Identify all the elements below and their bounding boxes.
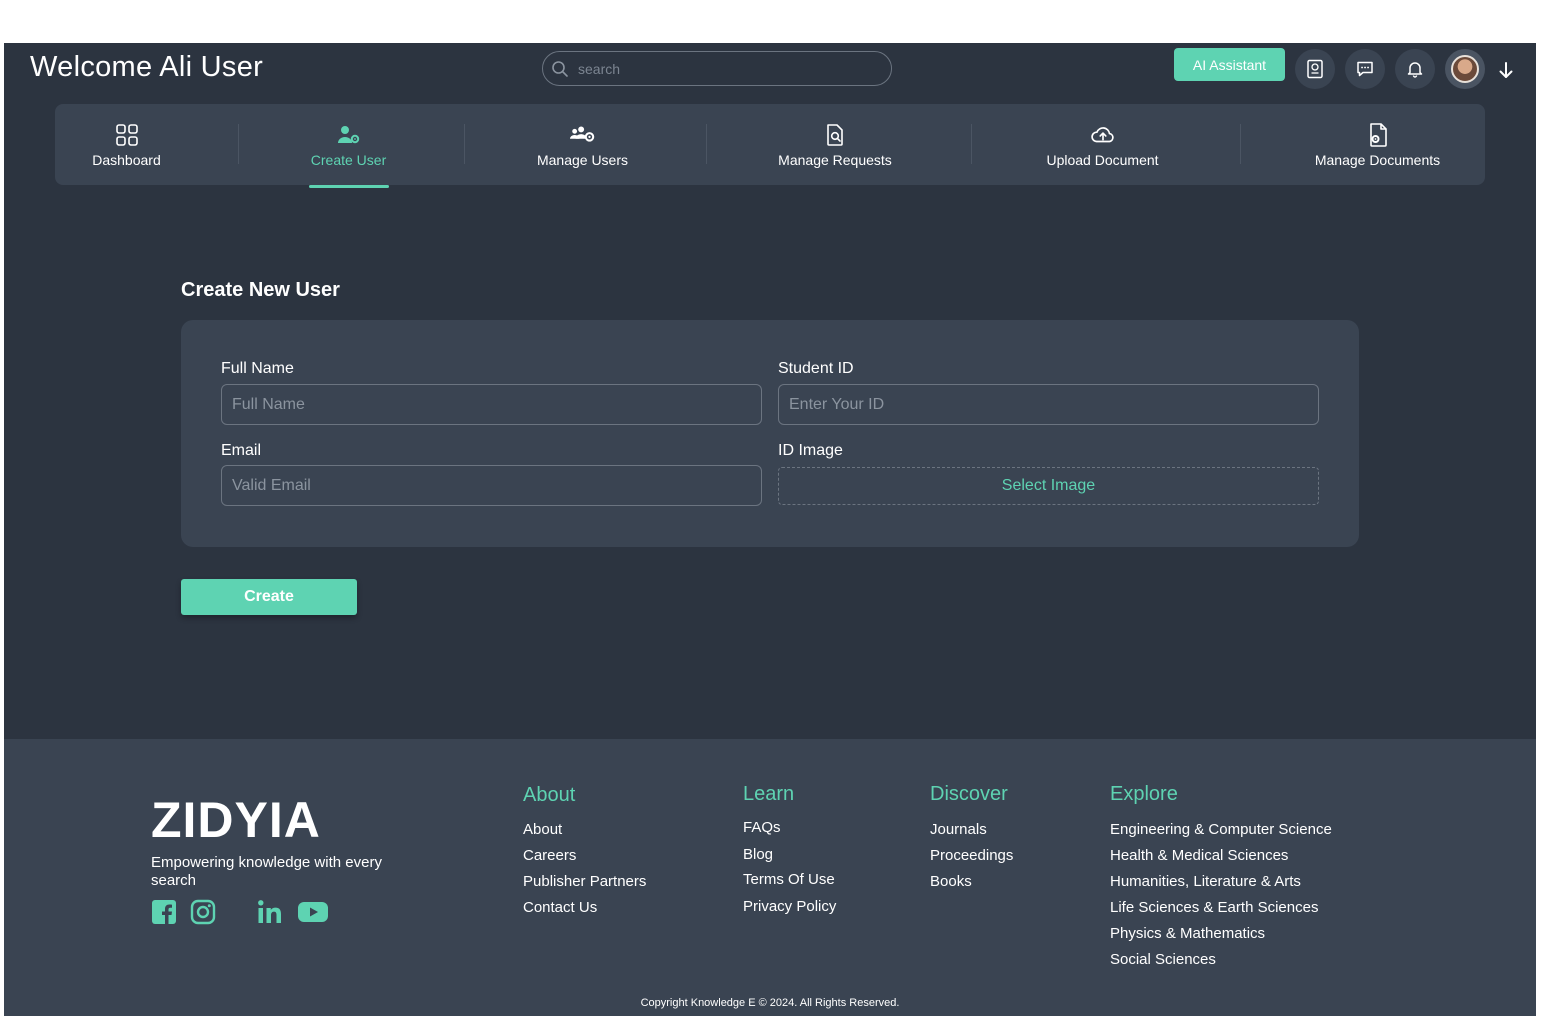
messages-button[interactable] <box>1345 49 1385 89</box>
footer-heading-about: About <box>523 784 576 806</box>
footer-link[interactable]: Careers <box>523 847 576 864</box>
document-search-icon <box>827 123 843 146</box>
notifications-button[interactable] <box>1395 49 1435 89</box>
nav-label-manage-users: Manage Users <box>536 151 629 168</box>
footer-link[interactable]: Engineering & Computer Science <box>1110 821 1332 838</box>
avatar-image <box>1451 55 1479 83</box>
cloud-upload-icon <box>1090 126 1114 142</box>
nav-label-manage-documents: Manage Documents <box>1314 151 1441 168</box>
arrow-down-icon[interactable] <box>1496 59 1516 81</box>
nav-item-manage-documents[interactable]: Manage Documents <box>1295 104 1460 185</box>
linkedin-icon[interactable] <box>257 899 283 925</box>
ai-assistant-button[interactable]: AI Assistant <box>1174 48 1285 81</box>
users-gear-icon <box>569 125 594 142</box>
email-input[interactable] <box>222 466 761 505</box>
search-input[interactable] <box>578 52 878 85</box>
nav-label-create-user: Create User <box>310 151 387 168</box>
footer-link[interactable]: Books <box>930 873 972 890</box>
app-window: Welcome Ali User AI Assistant <box>4 43 1536 1016</box>
document-gear-icon <box>1369 122 1387 147</box>
footer-tagline: Empowering knowledge with every search <box>151 854 382 889</box>
footer-link[interactable]: Terms Of Use <box>743 871 835 888</box>
copyright-text: Copyright Knowledge E © 2024. All Rights… <box>640 997 900 1009</box>
id-image-label: ID Image <box>778 442 843 459</box>
chat-icon <box>1357 61 1373 77</box>
footer-link[interactable]: Privacy Policy <box>743 898 836 915</box>
footer-link[interactable]: Contact Us <box>523 899 597 916</box>
full-name-field[interactable] <box>221 384 762 425</box>
search-bar[interactable] <box>542 51 892 86</box>
active-tab-indicator <box>309 185 389 188</box>
facebook-icon[interactable] <box>151 899 177 925</box>
nav-item-dashboard[interactable]: Dashboard <box>55 104 198 185</box>
student-id-field[interactable] <box>778 384 1319 425</box>
nav-divider <box>706 124 707 164</box>
welcome-title: Welcome Ali User <box>30 51 264 83</box>
footer-link[interactable]: Humanities, Literature & Arts <box>1110 873 1301 890</box>
nav-label-upload-document: Upload Document <box>1046 151 1159 168</box>
youtube-icon[interactable] <box>297 899 329 925</box>
zidyia-logo: ZIDYIA <box>151 792 321 848</box>
footer-heading-learn: Learn <box>743 783 795 805</box>
footer-link[interactable]: FAQs <box>743 819 781 836</box>
nav-divider <box>971 124 972 164</box>
nav-item-create-user[interactable]: Create User <box>285 104 412 185</box>
nav-label-dashboard: Dashboard <box>92 151 161 168</box>
footer-link[interactable]: Social Sciences <box>1110 951 1216 968</box>
user-gear-icon <box>337 125 359 143</box>
footer-link[interactable]: Publisher Partners <box>523 873 646 890</box>
nav-item-manage-requests[interactable]: Manage Requests <box>755 104 915 185</box>
create-user-form: Full Name Student ID Email ID Image Sele… <box>181 320 1359 547</box>
nav-item-upload-document[interactable]: Upload Document <box>1020 104 1185 185</box>
instagram-icon[interactable] <box>190 899 216 925</box>
footer-link[interactable]: Health & Medical Sciences <box>1110 847 1288 864</box>
select-image-button[interactable]: Select Image <box>778 467 1319 505</box>
form-title: Create New User <box>181 279 340 301</box>
user-avatar[interactable] <box>1445 49 1485 89</box>
footer-link[interactable]: Physics & Mathematics <box>1110 925 1265 942</box>
nav-label-manage-requests: Manage Requests <box>778 151 892 168</box>
footer-link[interactable]: Blog <box>743 846 773 863</box>
nav-divider <box>464 124 465 164</box>
footer-link[interactable]: Life Sciences & Earth Sciences <box>1110 899 1318 916</box>
search-icon <box>552 61 568 77</box>
email-label: Email <box>221 442 262 459</box>
footer-link[interactable]: Proceedings <box>930 847 1013 864</box>
footer-heading-explore: Explore <box>1110 783 1178 805</box>
nav-divider <box>238 124 239 164</box>
footer: ZIDYIA Empowering knowledge with every s… <box>4 739 1536 1016</box>
nav-divider <box>1240 124 1241 164</box>
passport-button[interactable] <box>1295 49 1335 89</box>
email-field[interactable] <box>221 465 762 506</box>
full-name-label: Full Name <box>221 360 294 377</box>
passport-icon <box>1307 59 1323 79</box>
create-button[interactable]: Create <box>181 579 357 615</box>
footer-link[interactable]: About <box>523 821 562 838</box>
nav-item-manage-users[interactable]: Manage Users <box>515 104 650 185</box>
footer-link[interactable]: Journals <box>930 821 987 838</box>
student-id-label: Student ID <box>778 360 854 377</box>
full-name-input[interactable] <box>222 385 761 424</box>
main-navbar: Dashboard Create User Manage Users Manag… <box>55 104 1485 185</box>
student-id-input[interactable] <box>779 385 1318 424</box>
grid-icon <box>115 123 138 146</box>
footer-heading-discover: Discover <box>930 783 1008 805</box>
bell-icon <box>1407 62 1423 78</box>
